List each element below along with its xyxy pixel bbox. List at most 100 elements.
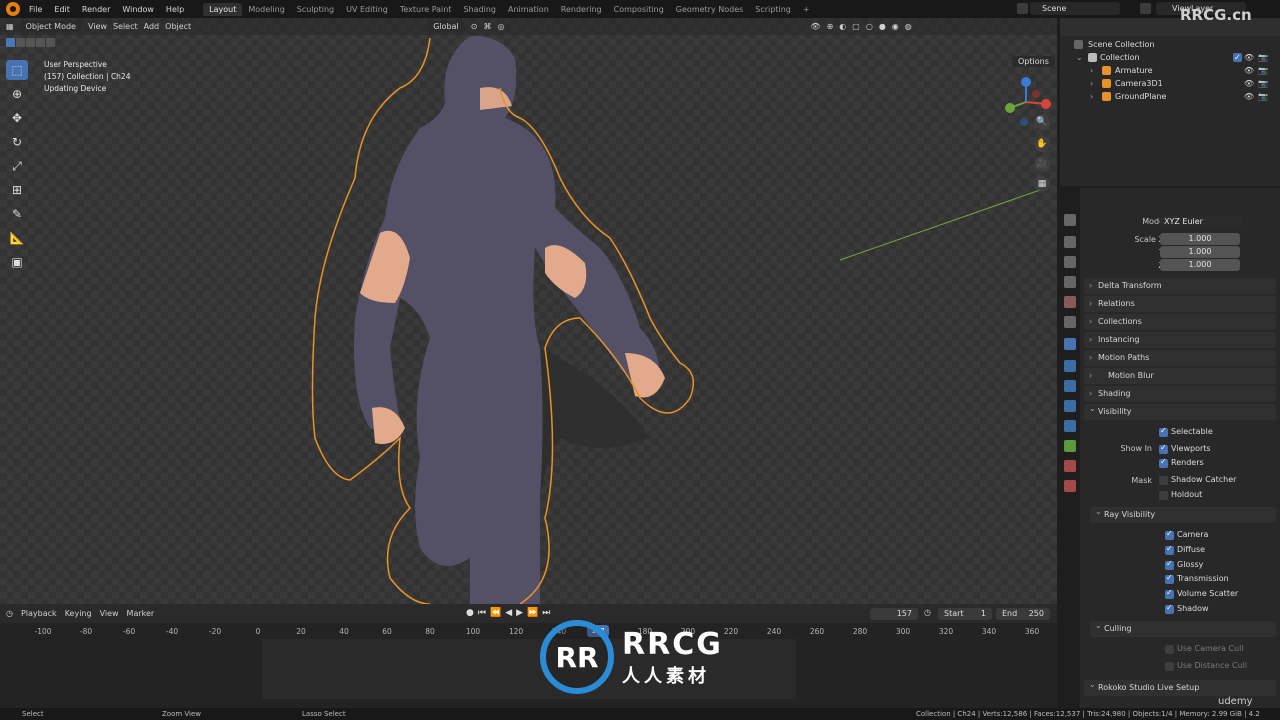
menu-help[interactable]: Help xyxy=(161,4,189,15)
view-layer-icon[interactable] xyxy=(1140,3,1151,14)
panel-rokoko-studio[interactable]: Rokoko Studio Live Setup xyxy=(1084,677,1276,696)
menu-add[interactable]: Add xyxy=(144,22,160,31)
shadow-catcher-checkbox[interactable] xyxy=(1159,476,1168,485)
play-reverse-icon[interactable]: ◀ xyxy=(505,608,512,618)
rotation-mode-dropdown[interactable]: XYZ Euler xyxy=(1160,216,1242,228)
frame-ruler[interactable]: -100-80-60-40-20020406080100120140160180… xyxy=(0,625,1057,639)
editor-type-icon[interactable]: ▦ xyxy=(6,22,14,31)
shading-material-icon[interactable]: ◉ xyxy=(892,22,899,31)
xray-icon[interactable]: ▢ xyxy=(852,22,860,31)
scene-icon[interactable] xyxy=(1017,3,1028,14)
expand-armature-icon[interactable]: › xyxy=(1090,64,1093,77)
camera-view-icon[interactable]: 🎥 xyxy=(1034,156,1050,172)
cursor-tool-icon[interactable]: ⊕ xyxy=(6,84,28,104)
panel-visibility[interactable]: Visibility xyxy=(1084,401,1276,420)
select-invert-icon[interactable] xyxy=(36,38,45,47)
panel-culling[interactable]: Culling xyxy=(1090,618,1276,637)
panel-collections[interactable]: Collections xyxy=(1084,314,1276,330)
pivot-icon[interactable]: ⊙ xyxy=(471,22,478,31)
menu-file[interactable]: File xyxy=(24,4,47,15)
tool-tab-icon[interactable] xyxy=(1064,214,1076,226)
menu-render[interactable]: Render xyxy=(77,4,115,15)
annotate-tool-icon[interactable]: ✎ xyxy=(6,204,28,224)
constraints-tab-icon[interactable] xyxy=(1064,420,1076,432)
outliner-item-groundplane[interactable]: › GroundPlane 👁 📷 xyxy=(1060,90,1280,103)
select-extend-icon[interactable] xyxy=(16,38,25,47)
zoom-icon[interactable]: 🔍 xyxy=(1034,114,1050,130)
perspective-toggle-icon[interactable]: ▦ xyxy=(1034,176,1050,192)
clock-icon[interactable]: ◷ xyxy=(924,608,931,617)
texture-tab-icon[interactable] xyxy=(1064,480,1076,492)
select-box-tool-icon[interactable]: ⬚ xyxy=(6,60,28,80)
menu-view[interactable]: View xyxy=(88,22,107,31)
distance-cull-checkbox[interactable] xyxy=(1165,662,1174,671)
ray-diffuse-checkbox[interactable] xyxy=(1165,544,1174,555)
scale-x-field[interactable]: 1.000 xyxy=(1160,233,1240,245)
proportional-edit-icon[interactable]: ◎ xyxy=(497,22,504,31)
play-icon[interactable]: ▶ xyxy=(516,608,523,618)
groundplane-visibility-icon[interactable]: 👁 xyxy=(1244,90,1254,103)
3d-viewport[interactable]: ▦ Object Mode View Select Add Object Glo… xyxy=(0,18,1057,604)
measure-tool-icon[interactable]: 📐 xyxy=(6,228,28,248)
viewports-checkbox[interactable] xyxy=(1159,443,1168,454)
particles-tab-icon[interactable] xyxy=(1064,380,1076,392)
scale-z-field[interactable]: 1.000 xyxy=(1160,259,1240,271)
armature-visibility-icon[interactable]: 👁 xyxy=(1244,64,1254,77)
expand-collection-icon[interactable]: ⌄ xyxy=(1076,51,1083,64)
render-tab-icon[interactable] xyxy=(1064,236,1076,248)
object-tab-icon[interactable] xyxy=(1064,338,1076,350)
tab-scripting[interactable]: Scripting xyxy=(749,3,797,16)
tab-rendering[interactable]: Rendering xyxy=(555,3,608,16)
select-intersect-icon[interactable] xyxy=(46,38,55,47)
select-new-icon[interactable] xyxy=(6,38,15,47)
rotate-tool-icon[interactable]: ↻ xyxy=(6,132,28,152)
gizmo-toggle-icon[interactable]: ⊕ xyxy=(827,22,834,31)
tab-layout[interactable]: Layout xyxy=(203,2,243,16)
visibility-icon[interactable]: 👁 xyxy=(810,22,820,31)
collection-include-checkbox[interactable] xyxy=(1233,51,1242,64)
ray-glossy-checkbox[interactable] xyxy=(1165,559,1174,570)
view-layer-tab-icon[interactable] xyxy=(1064,276,1076,288)
ray-volume-scatter-checkbox[interactable] xyxy=(1165,588,1174,599)
transform-orientation-dropdown[interactable]: Global xyxy=(427,21,465,32)
keying-menu[interactable]: Keying xyxy=(65,609,92,618)
menu-edit[interactable]: Edit xyxy=(49,4,75,15)
camera-visibility-icon[interactable]: 👁 xyxy=(1244,77,1254,90)
panel-relations[interactable]: Relations xyxy=(1084,296,1276,312)
ray-camera-checkbox[interactable] xyxy=(1165,529,1174,540)
select-subtract-icon[interactable] xyxy=(26,38,35,47)
tab-texture-paint[interactable]: Texture Paint xyxy=(394,3,458,16)
outliner-item-camera[interactable]: › Camera3D1 👁 📷 xyxy=(1060,77,1280,90)
tab-compositing[interactable]: Compositing xyxy=(608,3,670,16)
menu-select[interactable]: Select xyxy=(113,22,138,31)
groundplane-render-icon[interactable]: 📷 xyxy=(1258,90,1268,103)
overlay-toggle-icon[interactable]: ◐ xyxy=(839,22,846,31)
add-cube-tool-icon[interactable]: ▣ xyxy=(6,252,28,272)
tab-sculpting[interactable]: Sculpting xyxy=(291,3,340,16)
start-frame-field[interactable]: Start 1 xyxy=(938,608,992,620)
modifiers-tab-icon[interactable] xyxy=(1064,360,1076,372)
outliner-item-armature[interactable]: › Armature 👁 📷 xyxy=(1060,64,1280,77)
transform-tool-icon[interactable]: ⊞ xyxy=(6,180,28,200)
add-workspace-button[interactable]: + xyxy=(797,3,816,16)
options-dropdown[interactable]: Options xyxy=(1012,56,1055,67)
menu-object[interactable]: Object xyxy=(165,22,191,31)
jump-end-icon[interactable]: ⏭ xyxy=(542,608,550,618)
snap-icon[interactable]: ⌘ xyxy=(483,22,491,31)
blender-logo-icon[interactable] xyxy=(6,2,20,16)
scene-selector[interactable]: Scene xyxy=(1030,2,1120,15)
playback-menu[interactable]: Playback xyxy=(21,609,57,618)
jump-start-icon[interactable]: ⏮ xyxy=(478,608,486,618)
record-icon[interactable]: ● xyxy=(466,608,474,618)
timeline-editor-icon[interactable]: ◷ xyxy=(6,609,13,618)
scene-tab-icon[interactable] xyxy=(1064,296,1076,308)
renders-checkbox[interactable] xyxy=(1159,457,1168,468)
end-frame-field[interactable]: End 250 xyxy=(996,608,1050,620)
panel-motion-paths[interactable]: Motion Paths xyxy=(1084,350,1276,366)
current-frame-field[interactable]: 157 xyxy=(870,608,918,620)
scale-tool-icon[interactable]: ⤢ xyxy=(6,156,28,176)
menu-window[interactable]: Window xyxy=(117,4,159,15)
ray-shadow-checkbox[interactable] xyxy=(1165,603,1174,614)
marker-menu[interactable]: Marker xyxy=(127,609,155,618)
data-tab-icon[interactable] xyxy=(1064,440,1076,452)
